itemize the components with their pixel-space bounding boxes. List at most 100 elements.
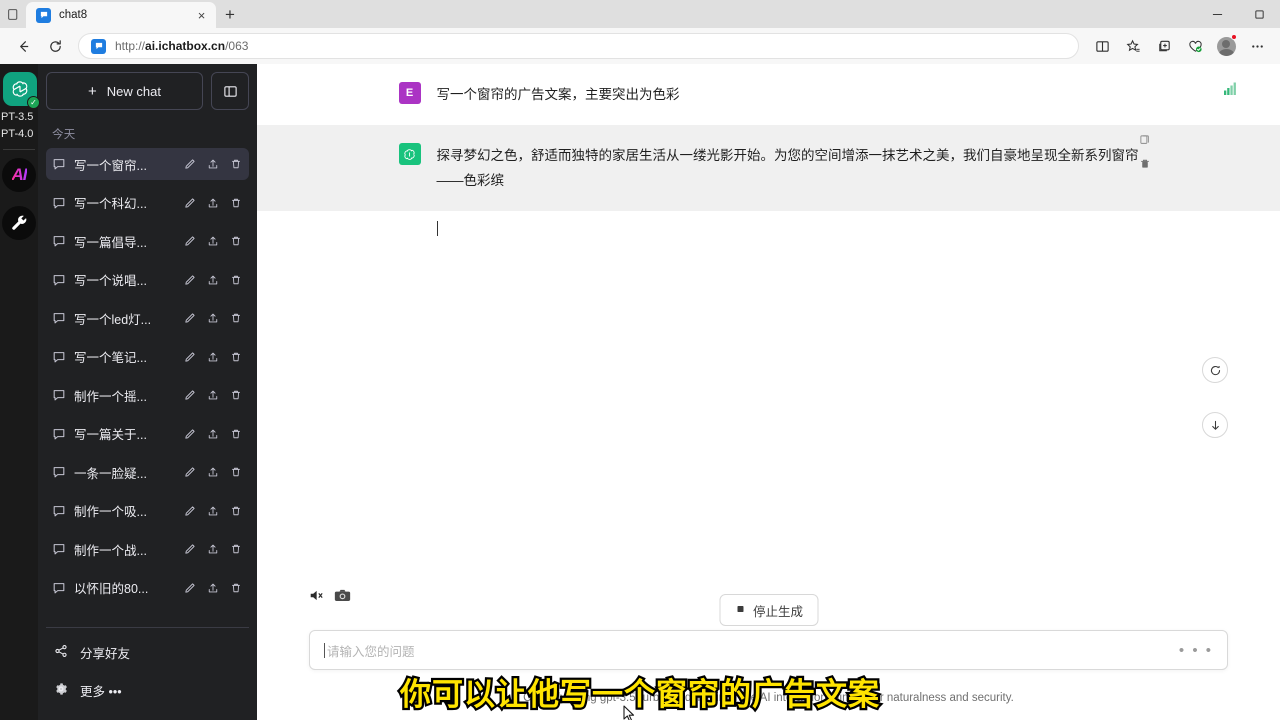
chat-list-item[interactable]: 一条一脸疑... [46,456,249,488]
reload-icon[interactable] [40,31,70,61]
share-icon[interactable] [205,349,220,364]
tab-favicon-icon [36,7,51,23]
split-screen-icon[interactable] [1087,31,1117,61]
browser-essentials-icon[interactable] [1180,31,1210,61]
ai-extension-icon[interactable]: AI [2,158,36,192]
stop-icon [734,603,746,618]
share-icon[interactable] [205,272,220,287]
edit-icon[interactable] [182,311,197,326]
site-favicon-icon [91,38,106,54]
new-tab-button[interactable]: + [216,2,244,28]
minimize-button[interactable] [1196,0,1238,28]
chat-item-label: 制作一个吸... [74,505,147,519]
back-arrow-icon[interactable] [8,31,38,61]
scroll-down-button[interactable] [1202,412,1228,438]
share-icon[interactable] [205,503,220,518]
streaming-caret-line [389,211,1149,245]
share-icon[interactable] [205,157,220,172]
trash-icon[interactable] [228,388,243,403]
chat-list-item[interactable]: 制作一个战... [46,533,249,565]
openai-logo-icon[interactable]: ✓ [3,72,40,109]
trash-icon[interactable] [228,311,243,326]
trash-icon[interactable] [228,580,243,595]
edit-icon[interactable] [182,388,197,403]
edit-icon[interactable] [182,542,197,557]
camera-icon[interactable] [334,588,351,608]
chat-list-item[interactable]: 写一个窗帘... [46,148,249,180]
trash-icon[interactable] [228,542,243,557]
share-icon[interactable] [205,195,220,210]
chat-bubble-icon [52,388,66,402]
speaker-muted-icon[interactable] [309,588,326,608]
wrench-icon[interactable] [2,206,36,240]
share-icon[interactable] [205,580,220,595]
profile-avatar[interactable] [1211,31,1241,61]
trash-icon[interactable] [228,272,243,287]
chat-list-item[interactable]: 写一篇倡导... [46,225,249,257]
favorites-star-icon[interactable] [1118,31,1148,61]
regenerate-button[interactable] [1202,357,1228,383]
message-inner: 探寻梦幻之色，舒适而独特的家居生活从一缕光影开始。为您的空间增添一抹艺术之美，我… [389,143,1149,193]
verified-badge-icon: ✓ [27,96,40,109]
chat-list-item[interactable]: 写一个笔记... [46,341,249,373]
edit-icon[interactable] [182,349,197,364]
copy-icon[interactable] [1138,133,1152,147]
share-icon[interactable] [205,234,220,249]
chat-list-item[interactable]: 写一个led灯... [46,302,249,334]
stop-generating-button[interactable]: 停止生成 [718,594,819,626]
trash-icon[interactable] [228,349,243,364]
chat-list-item[interactable]: 写一篇关于... [46,418,249,450]
chat-item-label: 写一篇倡导... [74,235,147,250]
trash-icon[interactable] [228,465,243,480]
share-icon[interactable] [205,542,220,557]
share-icon[interactable] [205,465,220,480]
share-icon[interactable] [205,388,220,403]
address-bar[interactable]: http://ai.ichatbox.cn/063 [78,33,1079,59]
url-text: http://ai.ichatbox.cn/063 [115,39,248,53]
stop-generating-label: 停止生成 [752,604,804,619]
chat-list-item[interactable]: 写一个说唱... [46,264,249,296]
trash-icon[interactable] [228,426,243,441]
chat-bubble-icon [52,350,66,364]
assistant-avatar [398,143,421,165]
edit-icon[interactable] [182,234,197,249]
section-title-today: 今天 [52,129,76,141]
chat-list-item[interactable]: 以怀旧的80... [46,572,249,604]
input-more-icon[interactable]: • • • [1179,642,1213,659]
maximize-button[interactable] [1238,0,1280,28]
browser-tab[interactable]: chat8 × [26,2,216,28]
share-friends-button[interactable]: 分享好友 [46,636,249,668]
sidebar-toggle-icon[interactable] [211,72,249,110]
sidebar-footer: 分享好友 更多 ••• [46,627,249,712]
assistant-message-text: 探寻梦幻之色，舒适而独特的家居生活从一缕光影开始。为您的空间增添一抹艺术之美，我… [436,148,1139,188]
share-icon[interactable] [205,311,220,326]
new-chat-label: New chat [106,83,161,99]
edit-icon[interactable] [182,465,197,480]
trash-icon[interactable] [228,157,243,172]
edit-icon[interactable] [182,426,197,441]
chat-item-label: 写一个科幻... [74,197,147,211]
edit-icon[interactable] [182,157,197,172]
chat-bubble-icon [52,465,66,479]
chat-bubble-icon [52,234,66,248]
message-input[interactable]: 请输入您的问题 • • • [309,630,1228,670]
close-icon[interactable]: × [193,7,210,24]
extension-rail: ✓ PT-3.5 PT-4.0 AI [0,64,40,720]
edit-icon[interactable] [182,503,197,518]
trash-icon[interactable] [228,234,243,249]
trash-icon[interactable] [228,503,243,518]
collections-icon[interactable] [1149,31,1179,61]
chat-list-item[interactable]: 制作一个摇... [46,379,249,411]
edit-icon[interactable] [182,195,197,210]
more-settings-button[interactable]: 更多 ••• [46,674,249,706]
new-chat-button[interactable]: + New chat [46,72,203,110]
chat-list-item[interactable]: 写一个科幻... [46,187,249,219]
share-icon[interactable] [205,426,220,441]
trash-icon[interactable] [1138,157,1152,171]
tab-search-icon[interactable] [0,0,26,28]
edit-icon[interactable] [182,272,197,287]
trash-icon[interactable] [228,195,243,210]
chat-list-item[interactable]: 制作一个吸... [46,495,249,527]
settings-more-icon[interactable] [1242,31,1272,61]
edit-icon[interactable] [182,580,197,595]
